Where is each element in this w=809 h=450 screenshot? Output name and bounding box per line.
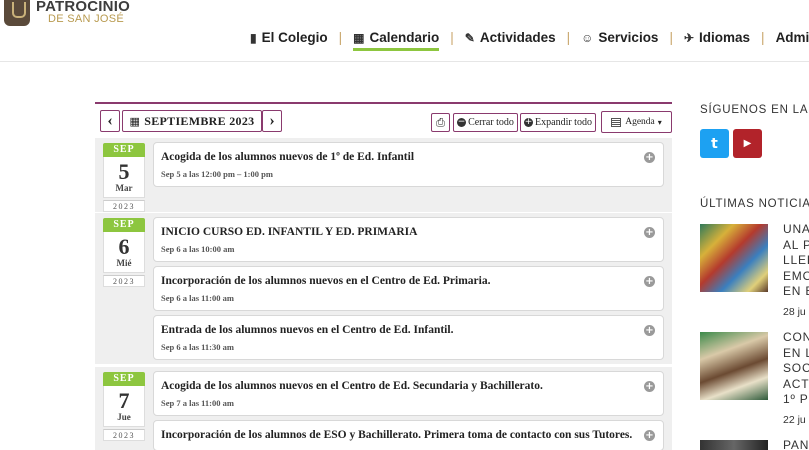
badge-weekday: Mié (116, 258, 132, 268)
expand-event-icon[interactable]: + (644, 227, 655, 238)
nav-separator: | (669, 30, 673, 45)
badge-day-number: 7 (118, 388, 130, 413)
day-group: SEP 7 Jue 2023 Acogida de los alumnos nu… (95, 367, 672, 450)
event-title: INICIO CURSO ED. INFANTIL Y ED. PRIMARIA (161, 226, 418, 238)
chevron-right-icon: › (269, 112, 275, 129)
calendar-icon: ▦ (353, 31, 365, 45)
calendar-agenda: ‹ ▦ SEPTIEMBRE 2023 › ⎙ − Cerrar todo + … (95, 102, 672, 450)
latest-news-heading: ÚLTIMAS NOTICIAS (700, 198, 809, 210)
twitter-icon: t (711, 135, 718, 152)
event-time: Sep 6 a las 11:30 am (161, 342, 234, 352)
badge-month: SEP (103, 143, 145, 157)
nav-actividades[interactable]: ✎ Actividades (465, 30, 556, 45)
print-button[interactable]: ⎙ (431, 113, 450, 132)
prev-month-button[interactable]: ‹ (100, 110, 120, 132)
plane-icon: ✈ (683, 31, 695, 45)
event-item[interactable]: Entrada de los alumnos nuevos en el Cent… (153, 315, 664, 360)
nav-admisiones[interactable]: Admis (776, 30, 809, 45)
event-title: Acogida de los alumnos nuevos en el Cent… (161, 380, 543, 392)
event-item[interactable]: Acogida de los alumnos nuevos de 1º de E… (153, 142, 664, 187)
expand-event-icon[interactable]: + (644, 381, 655, 392)
view-select-label: Agenda (625, 117, 655, 127)
event-time: Sep 6 a las 11:00 am (161, 293, 234, 303)
main-nav: ▮ El Colegio | ▦ Calendario | ✎ Actividades… (250, 30, 809, 51)
current-month-label: SEPTIEMBRE 2023 (144, 113, 255, 128)
event-item[interactable]: Incorporación de los alumnos de ESO y Ba… (153, 420, 664, 450)
badge-weekday: Mar (115, 183, 133, 193)
event-title: Incorporación de los alumnos nuevos en e… (161, 275, 491, 287)
month-picker-button[interactable]: ▦ SEPTIEMBRE 2023 (122, 110, 262, 132)
expand-event-icon[interactable]: + (644, 152, 655, 163)
minus-circle-icon: − (457, 117, 467, 127)
expand-all-button[interactable]: + Expandir todo (520, 113, 596, 132)
expand-event-icon[interactable]: + (644, 276, 655, 287)
nav-servicios[interactable]: ☺ Servicios (581, 30, 658, 45)
event-title: Incorporación de los alumnos de ESO y Ba… (161, 429, 633, 441)
badge-month: SEP (103, 218, 145, 232)
event-time: Sep 7 a las 11:00 am (161, 398, 234, 408)
pencil-icon: ✎ (464, 31, 475, 45)
badge-weekday: Jue (117, 412, 131, 422)
badge-year: 2023 (103, 200, 145, 212)
nav-separator: | (338, 30, 343, 45)
nav-separator: | (450, 30, 454, 45)
badge-day-number: 6 (118, 234, 130, 259)
event-title: Acogida de los alumnos nuevos de 1º de E… (161, 151, 415, 163)
nav-separator: | (761, 30, 765, 45)
news-date: 28 ju (783, 306, 806, 318)
badge-year: 2023 (103, 429, 145, 441)
date-badge: SEP 7 Jue 2023 (103, 372, 145, 441)
brand-subtitle[interactable]: DE SAN JOSÉ (48, 13, 124, 25)
news-title[interactable]: UNA AL P LLEI EMO EN E (783, 222, 809, 300)
next-month-button[interactable]: › (262, 110, 282, 132)
news-date: 22 ju (783, 414, 806, 426)
badge-year: 2023 (103, 275, 145, 287)
day-list: SEP 5 Mar 2023 Acogida de los alumnos nu… (95, 138, 672, 450)
site-header: PATROCINIO DE SAN JOSÉ ▮ El Colegio | ▦ Ca… (0, 0, 809, 62)
news-thumbnail[interactable] (700, 440, 768, 450)
event-item[interactable]: Acogida de los alumnos nuevos en el Cent… (153, 371, 664, 416)
expand-event-icon[interactable]: + (644, 430, 655, 441)
caret-down-icon: ▾ (657, 117, 662, 127)
event-item[interactable]: INICIO CURSO ED. INFANTIL Y ED. PRIMARIA… (153, 217, 664, 262)
nav-calendario[interactable]: ▦ Calendario (353, 30, 440, 51)
calendar-icon: ▦ (129, 114, 141, 128)
news-title[interactable]: PAN (783, 438, 809, 450)
day-group: SEP 6 Mié 2023 INICIO CURSO ED. INFANTIL… (95, 213, 672, 364)
news-thumbnail[interactable] (700, 332, 768, 400)
badge-month: SEP (103, 372, 145, 386)
plus-circle-icon: + (524, 117, 534, 127)
school-logo-icon[interactable] (4, 0, 30, 26)
event-item[interactable]: Incorporación de los alumnos nuevos en e… (153, 266, 664, 311)
event-time: Sep 5 a las 12:00 pm – 1:00 pm (161, 169, 273, 179)
user-icon: ☺ (581, 31, 594, 45)
badge-day-number: 5 (118, 159, 130, 184)
news-thumbnail[interactable] (700, 224, 768, 292)
nav-el-colegio[interactable]: ▮ El Colegio (250, 30, 328, 45)
view-select[interactable]: Agenda ▾ (601, 111, 672, 133)
youtube-icon: ▶ (743, 138, 752, 149)
nav-idiomas[interactable]: ✈ Idiomas (684, 30, 750, 45)
date-badge: SEP 5 Mar 2023 (103, 143, 145, 212)
print-icon: ⎙ (436, 115, 445, 129)
collapse-all-label: Cerrar todo (468, 117, 514, 128)
list-icon (611, 117, 622, 127)
chevron-left-icon: ‹ (107, 112, 113, 129)
day-group: SEP 5 Mar 2023 Acogida de los alumnos nu… (95, 138, 672, 212)
calendar-toolbar: ‹ ▦ SEPTIEMBRE 2023 › ⎙ − Cerrar todo + … (95, 104, 672, 134)
collapse-all-button[interactable]: − Cerrar todo (453, 113, 518, 132)
event-title: Entrada de los alumnos nuevos en el Cent… (161, 324, 454, 336)
expand-event-icon[interactable]: + (644, 325, 655, 336)
news-title[interactable]: CON EN L SOC ACT 1º P (783, 330, 809, 408)
follow-us-heading: SÍGUENOS EN LAS (700, 104, 809, 116)
youtube-button[interactable]: ▶ (733, 129, 762, 158)
nav-separator: | (566, 30, 571, 45)
expand-all-label: Expandir todo (535, 117, 592, 128)
building-icon: ▮ (250, 31, 257, 45)
date-badge: SEP 6 Mié 2023 (103, 218, 145, 287)
event-time: Sep 6 a las 10:00 am (161, 244, 235, 254)
twitter-button[interactable]: t (700, 129, 729, 158)
